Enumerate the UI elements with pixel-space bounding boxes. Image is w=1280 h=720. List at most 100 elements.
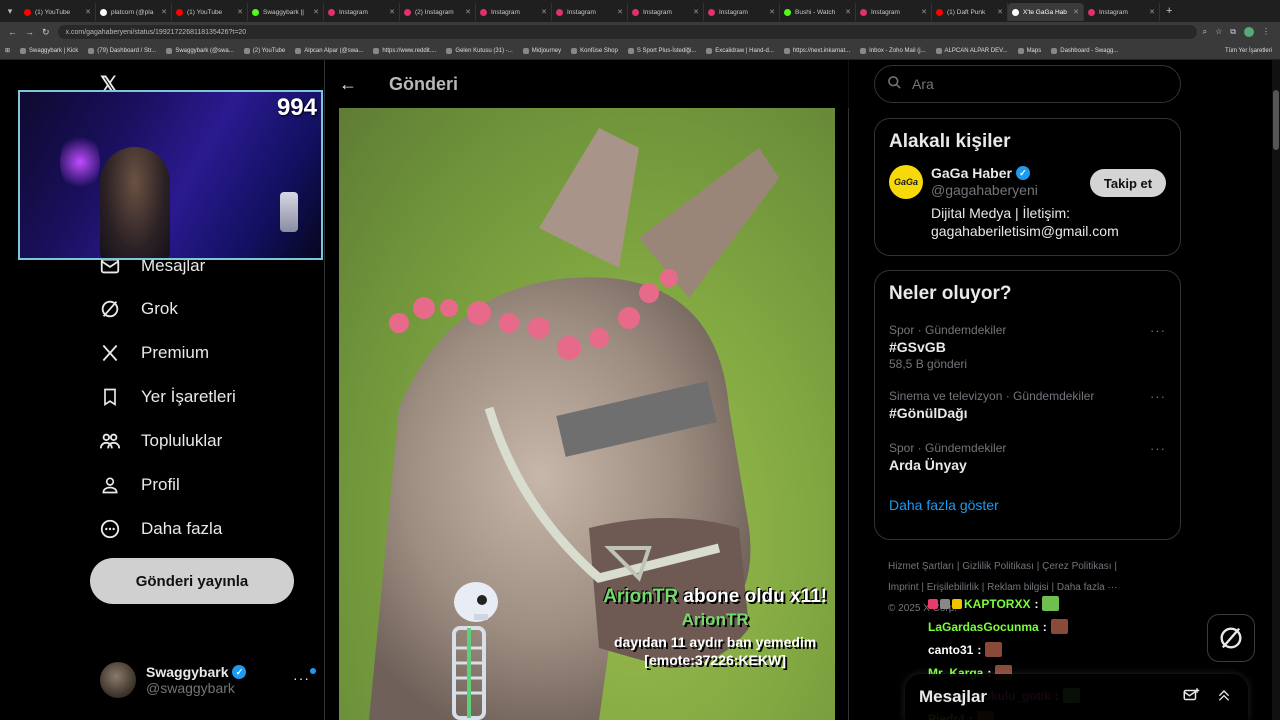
trend-item[interactable]: Sinema ve televizyon · Gündemdekiler #Gö… [875, 389, 1180, 421]
bookmark-item[interactable]: Maps [1013, 47, 1047, 54]
close-icon[interactable]: ✕ [921, 8, 927, 16]
bookmark-item[interactable]: Midjourney [518, 47, 566, 54]
close-icon[interactable]: ✕ [845, 8, 851, 16]
close-icon[interactable]: ✕ [997, 8, 1003, 16]
search-input[interactable] [912, 76, 1152, 92]
browser-tab[interactable]: (2) Instagram ✕ [400, 3, 476, 21]
bookmark-item[interactable]: ALPCAN ALPAR DEV... [931, 47, 1013, 54]
zoom-icon[interactable]: ⌕ [1203, 27, 1207, 37]
close-icon[interactable]: ✕ [389, 8, 395, 16]
card-title: Neler oluyor? [889, 283, 1012, 304]
bookmark-item[interactable]: S Sport Plus-İstediği... [623, 47, 701, 54]
close-icon[interactable]: ✕ [617, 8, 623, 16]
close-icon[interactable]: ✕ [541, 8, 547, 16]
search-box[interactable] [874, 65, 1181, 103]
browser-tab[interactable]: (1) YouTube ✕ [20, 3, 96, 21]
trend-item[interactable]: Spor · Gündemdekiler Arda Ünyay ··· [875, 441, 1180, 473]
browser-tab[interactable]: Instagram ✕ [324, 3, 400, 21]
bookmark-item[interactable]: Swaggybark (@swa... [161, 47, 238, 54]
more-dots-icon[interactable]: ··· [1150, 441, 1166, 456]
extensions-icon[interactable]: ⧉ [1230, 27, 1236, 37]
messages-drawer[interactable]: Mesajlar [905, 674, 1248, 720]
trend-item[interactable]: Spor · Gündemdekiler #GSvGB 58,5 B gönde… [875, 323, 1180, 371]
person-bio: Dijital Medya | İletişim: gagahaberileti… [931, 205, 1119, 239]
tab-label: Instagram [1099, 8, 1128, 16]
more-dots-icon[interactable]: ··· [1150, 389, 1166, 404]
browser-menu-icon[interactable]: ⋮ [1262, 27, 1270, 37]
nav-bookmarks[interactable]: Yer İşaretleri [98, 377, 236, 417]
related-person[interactable]: GaGa GaGa Haber ✓ @gagahaberyeni Dijital… [875, 153, 1180, 252]
nav-profile[interactable]: Profil [98, 465, 180, 505]
bookmark-item[interactable]: Dashboard - Swagg... [1046, 47, 1123, 54]
nav-communities[interactable]: Topluluklar [98, 421, 222, 461]
browser-tab[interactable]: Bushi - Watch ✕ [780, 3, 856, 21]
purple-light [60, 132, 100, 192]
nav-grok[interactable]: Grok [98, 289, 178, 329]
close-icon[interactable]: ✕ [1149, 8, 1155, 16]
bookmark-item[interactable]: https://www.reddit.... [368, 47, 441, 54]
bookmark-item[interactable]: Gelen Kutusu (31) -... [441, 47, 517, 54]
profile-avatar[interactable] [1244, 27, 1254, 37]
close-icon[interactable]: ✕ [313, 8, 319, 16]
bookmark-item[interactable]: https://next.inkarnat... [779, 47, 855, 54]
back-icon[interactable]: ← [8, 27, 17, 38]
back-arrow-icon[interactable]: ← [339, 74, 363, 95]
bookmark-item[interactable]: (2) YouTube [239, 47, 290, 54]
star-icon[interactable]: ☆ [1215, 27, 1222, 37]
tab-label: (1) YouTube [35, 8, 71, 16]
reload-icon[interactable]: ↻ [42, 27, 50, 38]
new-tab-button[interactable]: + [1160, 5, 1172, 17]
chevron-up-icon[interactable] [1216, 687, 1232, 707]
bookmark-favicon-icon [1017, 47, 1024, 54]
post-button[interactable]: Gönderi yayınla [90, 558, 294, 604]
grok-button[interactable] [1207, 614, 1255, 662]
browser-tab[interactable]: Instagram ✕ [552, 3, 628, 21]
bookmark-item[interactable]: Excalidraw | Hand-d... [701, 47, 779, 54]
nav-premium[interactable]: Premium [98, 333, 209, 373]
bookmark-favicon-icon [571, 47, 578, 54]
more-dots-icon[interactable]: ··· [1150, 323, 1166, 338]
browser-tab[interactable]: Instagram ✕ [856, 3, 932, 21]
bookmark-item[interactable]: Alpcan Alpar (@swa... [290, 47, 368, 54]
browser-tab[interactable]: platcorn (@pla ✕ [96, 3, 172, 21]
browser-tab[interactable]: Instagram ✕ [704, 3, 780, 21]
browser-tab[interactable]: Swaggybark || ✕ [248, 3, 324, 21]
more-dots-icon[interactable]: ··· [293, 670, 310, 686]
close-icon[interactable]: ✕ [161, 8, 167, 16]
browser-tab[interactable]: Instagram ✕ [1084, 3, 1160, 21]
browser-tab[interactable]: X'te GaGa Hab ✕ [1008, 3, 1084, 21]
follow-button[interactable]: Takip et [1090, 169, 1166, 197]
bookmark-item[interactable]: (79) Dashboard / Str... [83, 47, 161, 54]
post-media[interactable]: ArionTR abone oldu x11! ArionTR dayıdan … [339, 108, 835, 720]
close-icon[interactable]: ✕ [85, 8, 91, 16]
scrollbar-thumb[interactable] [1273, 90, 1279, 150]
tab-label: Instagram [491, 8, 520, 16]
bookmark-favicon-icon [166, 47, 173, 54]
url-field[interactable]: x.com/gagahaberyeni/status/1992172268118… [57, 25, 1197, 39]
page-scrollbar[interactable] [1272, 60, 1280, 720]
close-icon[interactable]: ✕ [237, 8, 243, 16]
bookmark-item[interactable]: Konfüse Shop [566, 47, 623, 54]
forward-icon[interactable]: → [25, 27, 34, 38]
browser-tab[interactable]: Instagram ✕ [628, 3, 704, 21]
show-more-link[interactable]: Daha fazla göster [875, 497, 1180, 513]
browser-tab[interactable]: (1) YouTube ✕ [172, 3, 248, 21]
browser-tab[interactable]: (1) Daft Punk ✕ [932, 3, 1008, 21]
close-icon[interactable]: ✕ [693, 8, 699, 16]
browser-tab[interactable]: Instagram ✕ [476, 3, 552, 21]
crown-badge-icon [952, 598, 962, 609]
new-message-icon[interactable] [1182, 686, 1200, 708]
close-icon[interactable]: ✕ [769, 8, 775, 16]
nav-more[interactable]: Daha fazla [98, 509, 222, 549]
bookmark-item[interactable]: Swaggybark | Kick [15, 47, 83, 54]
bookmark-label: Gelen Kutusu (31) -... [455, 47, 513, 54]
apps-icon[interactable]: ⊞ [0, 47, 15, 54]
tab-search-icon[interactable]: ▾ [0, 0, 20, 22]
card-title: Alakalı kişiler [889, 131, 1011, 152]
close-icon[interactable]: ✕ [1073, 8, 1079, 16]
all-bookmarks-link[interactable]: Tüm Yer İşaretleri [1225, 48, 1280, 54]
account-switcher[interactable]: Swaggybark ✓ @swaggybark ··· [100, 660, 316, 700]
close-icon[interactable]: ✕ [465, 8, 471, 16]
bookmark-item[interactable]: Inbox - Zoho Mail (j... [855, 47, 930, 54]
tab-favicon-icon [860, 8, 867, 16]
